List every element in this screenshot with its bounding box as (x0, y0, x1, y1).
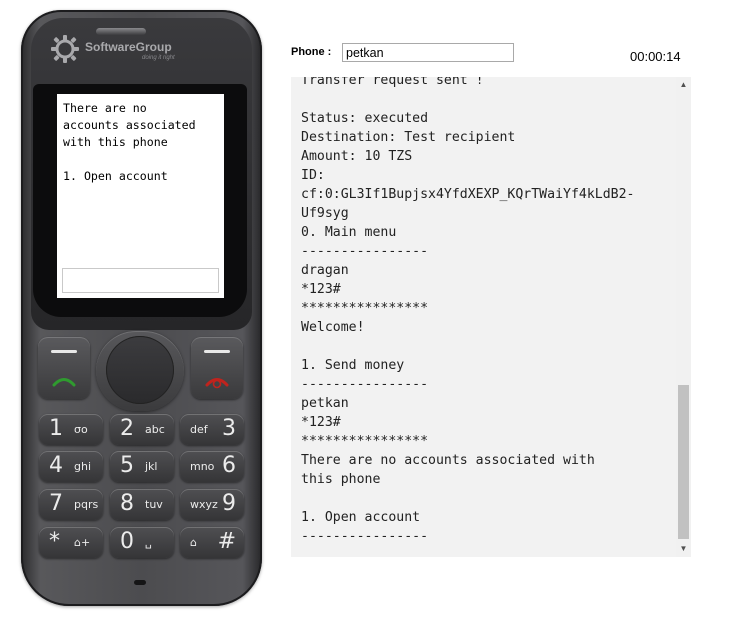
key-digit: 5 (120, 453, 134, 478)
right-softkey-bar-icon (204, 350, 230, 353)
key-letters: tuv (145, 498, 163, 511)
gear-logo-icon (51, 35, 79, 63)
key-digit: 3 (222, 416, 236, 441)
key-4[interactable]: 4 ghi (39, 451, 103, 482)
select-button[interactable] (106, 336, 174, 404)
call-button[interactable] (38, 337, 90, 399)
key-letters: def (190, 423, 208, 436)
key-digit: 6 (222, 453, 236, 478)
key-digit: 9 (222, 491, 236, 516)
key-digit: 7 (49, 491, 63, 516)
session-log-text: Transfer request sent ! Status: executed… (301, 77, 635, 544)
key-letters: ghi (74, 460, 92, 473)
key-hash[interactable]: # ⌂ (180, 527, 244, 558)
key-digit: 4 (49, 453, 63, 478)
phone-label: Phone : (291, 46, 332, 58)
symbols-icon: ⌂+ (74, 536, 91, 549)
call-icon (52, 378, 76, 387)
scroll-down-arrow-icon[interactable]: ▼ (676, 541, 691, 557)
key-2[interactable]: 2 abc (110, 414, 174, 445)
key-digit: 2 (120, 416, 134, 441)
phone-number-input[interactable] (342, 43, 514, 62)
session-log[interactable]: Transfer request sent ! Status: executed… (291, 77, 691, 557)
end-call-icon (205, 378, 229, 389)
key-letters: jkl (145, 460, 158, 473)
key-letters: mno (190, 460, 215, 473)
key-digit: * (49, 529, 60, 554)
key-digit: 0 (120, 529, 134, 554)
key-3[interactable]: 3 def (180, 414, 244, 445)
phone-screen: There are no accounts associated with th… (57, 94, 224, 298)
key-digit: 1 (49, 416, 63, 441)
key-7[interactable]: 7 pqrs (39, 489, 103, 520)
key-5[interactable]: 5 jkl (110, 451, 174, 482)
key-digit: # (217, 529, 236, 554)
brand-name: SoftwareGroup (85, 40, 172, 54)
key-8[interactable]: 8 tuv (110, 489, 174, 520)
left-softkey-bar-icon (51, 350, 77, 353)
ussd-reply-input[interactable] (62, 268, 219, 293)
key-letters: pqrs (74, 498, 99, 511)
screen-message: There are no accounts associated with th… (63, 101, 196, 183)
space-icon: ␣ (145, 536, 152, 549)
brand-tagline: doing it right (142, 55, 175, 61)
log-scrollbar[interactable]: ▲ ▼ (676, 77, 691, 557)
key-1[interactable]: 1 σο (39, 414, 103, 445)
key-0[interactable]: 0 ␣ (110, 527, 174, 558)
microphone (134, 580, 146, 585)
key-9[interactable]: 9 wxyz (180, 489, 244, 520)
brand-logo: SoftwareGroup doing it right (50, 34, 200, 64)
voicemail-icon: σο (74, 423, 88, 436)
key-star[interactable]: * ⌂+ (39, 527, 103, 558)
home-icon: ⌂ (190, 536, 197, 549)
scroll-thumb[interactable] (678, 385, 689, 539)
session-timer: 00:00:14 (630, 49, 681, 64)
key-letters: abc (145, 423, 165, 436)
key-letters: wxyz (190, 498, 218, 511)
key-digit: 8 (120, 491, 134, 516)
scroll-up-arrow-icon[interactable]: ▲ (676, 77, 691, 93)
key-6[interactable]: 6 mno (180, 451, 244, 482)
end-call-button[interactable] (191, 337, 243, 399)
